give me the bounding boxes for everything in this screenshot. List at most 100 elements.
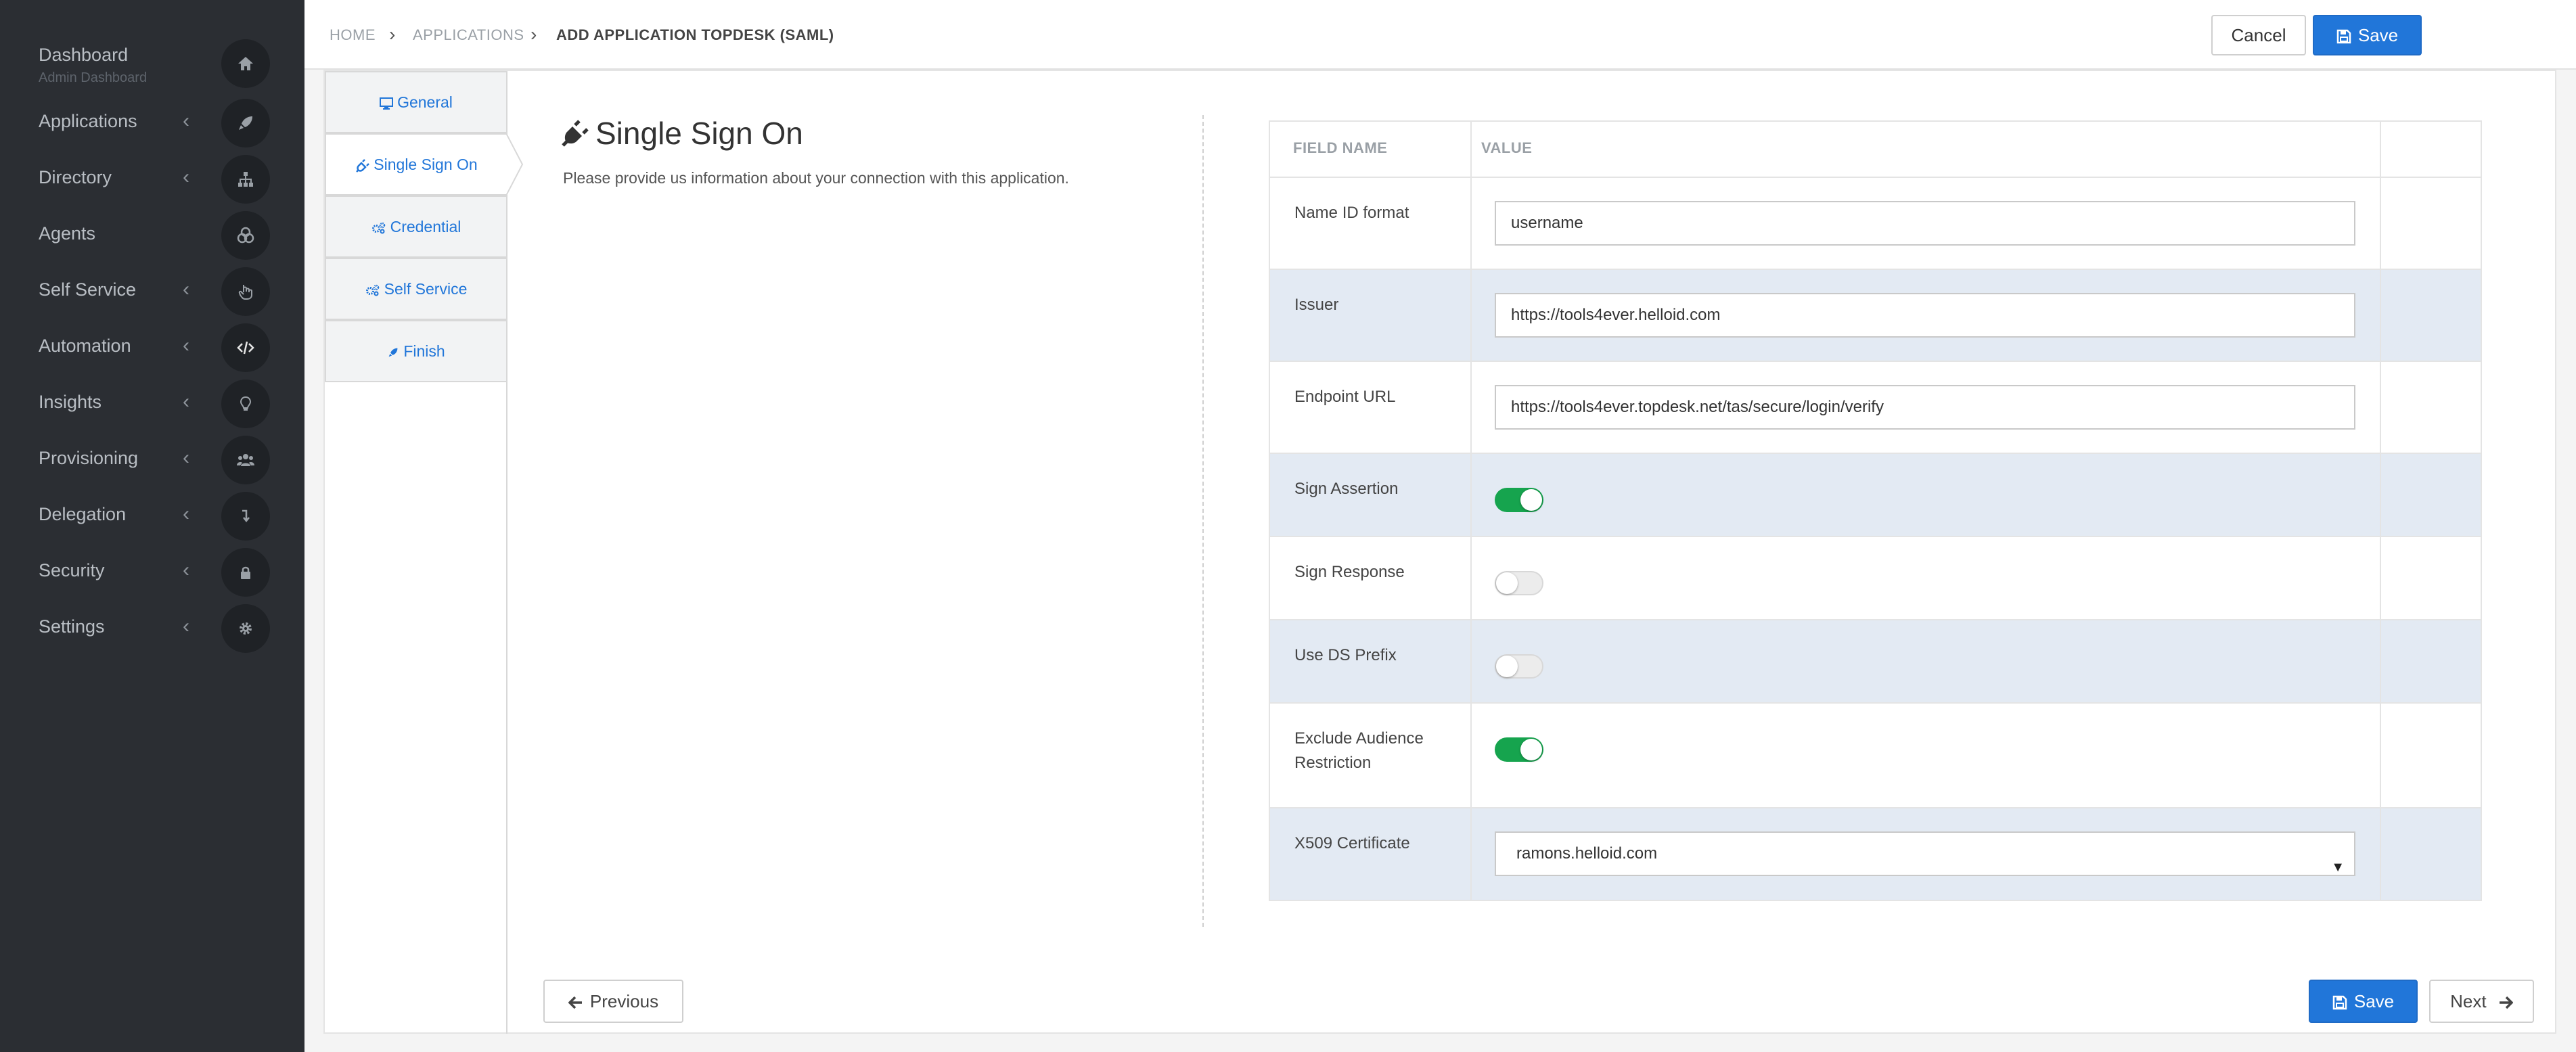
next-button[interactable]: Next bbox=[2429, 980, 2534, 1023]
column-divider bbox=[1470, 122, 1472, 900]
breadcrumb-separator-icon: › bbox=[389, 24, 396, 45]
arrow-right-icon bbox=[2499, 996, 2514, 1009]
sidebar-item-label: Automation bbox=[39, 336, 131, 356]
sidebar-item-self-service[interactable]: Self Service ‹ bbox=[0, 265, 304, 319]
field-label: Issuer bbox=[1294, 296, 1339, 314]
column-header-value: VALUE bbox=[1481, 139, 1533, 156]
column-divider bbox=[2380, 122, 2381, 900]
save-icon bbox=[2332, 995, 2347, 1010]
step-label: Finish bbox=[403, 342, 445, 360]
desktop-icon bbox=[380, 97, 394, 110]
endpoint-url-field[interactable]: https://tools4ever.topdesk.net/tas/secur… bbox=[1495, 385, 2355, 430]
step-self-service[interactable]: Self Service bbox=[325, 258, 507, 320]
sidebar-item-agents[interactable]: Agents bbox=[0, 208, 304, 262]
table-row: Issuer https://tools4ever.helloid.com bbox=[1270, 270, 2481, 362]
home-icon bbox=[221, 39, 270, 88]
previous-button-label: Previous bbox=[589, 991, 659, 1011]
sidebar: Dashboard Admin Dashboard Applications ‹… bbox=[0, 0, 304, 1052]
x509-certificate-select[interactable]: ramons.helloid.com ▼ bbox=[1495, 831, 2355, 876]
sidebar-item-automation[interactable]: Automation ‹ bbox=[0, 321, 304, 375]
sidebar-item-label: Applications bbox=[39, 111, 137, 131]
sidebar-item-security[interactable]: Security ‹ bbox=[0, 545, 304, 599]
step-finish[interactable]: Finish bbox=[325, 320, 507, 382]
sidebar-item-provisioning[interactable]: Provisioning ‹ bbox=[0, 433, 304, 487]
toggle-knob bbox=[1496, 572, 1518, 594]
name-id-format-field[interactable]: username bbox=[1495, 201, 2355, 246]
field-label: Name ID format bbox=[1294, 204, 1409, 222]
issuer-field[interactable]: https://tools4ever.helloid.com bbox=[1495, 293, 2355, 338]
sidebar-item-settings[interactable]: Settings ‹ bbox=[0, 601, 304, 656]
step-label: General bbox=[397, 93, 453, 111]
step-general[interactable]: General bbox=[325, 71, 507, 133]
arrow-left-icon bbox=[568, 996, 582, 1009]
sidebar-item-label: Provisioning bbox=[39, 448, 139, 468]
toggle-knob bbox=[1496, 656, 1518, 677]
active-step-pointer bbox=[506, 133, 524, 196]
sidebar-item-label: Insights bbox=[39, 392, 102, 412]
field-label: Use DS Prefix bbox=[1294, 646, 1397, 664]
chevron-left-icon: ‹ bbox=[183, 447, 189, 469]
cogs-icon bbox=[371, 222, 385, 234]
breadcrumb-home[interactable]: HOME bbox=[330, 26, 376, 44]
step-credential[interactable]: Credential bbox=[325, 196, 507, 258]
sign-response-toggle[interactable] bbox=[1495, 571, 1543, 595]
sidebar-item-delegation[interactable]: Delegation ‹ bbox=[0, 489, 304, 543]
page-description: Please provide us information about your… bbox=[563, 169, 1069, 187]
step-single-sign-on[interactable]: Single Sign On bbox=[325, 133, 507, 196]
level-down-icon bbox=[221, 492, 270, 541]
top-header: HOME › APPLICATIONS › ADD APPLICATION TO… bbox=[304, 0, 2576, 70]
step-label: Credential bbox=[390, 218, 461, 235]
sidebar-item-dashboard[interactable]: Dashboard Admin Dashboard bbox=[0, 37, 304, 91]
breadcrumb-current: ADD APPLICATION TOPDESK (SAML) bbox=[556, 26, 834, 43]
field-label: X509 Certificate bbox=[1294, 834, 1410, 852]
sidebar-item-insights[interactable]: Insights ‹ bbox=[0, 377, 304, 431]
hand-pointer-icon bbox=[221, 267, 270, 316]
gear-icon bbox=[221, 604, 270, 653]
cancel-button[interactable]: Cancel bbox=[2211, 15, 2306, 55]
previous-button[interactable]: Previous bbox=[543, 980, 683, 1023]
breadcrumb-separator-icon: › bbox=[530, 24, 537, 45]
plug-icon bbox=[562, 120, 589, 147]
sidebar-item-label: Agents bbox=[39, 223, 96, 244]
table-row: X509 Certificate ramons.helloid.com ▼ bbox=[1270, 808, 2481, 900]
sidebar-item-label: Directory bbox=[39, 167, 112, 187]
save-button-top[interactable]: Save bbox=[2313, 15, 2422, 55]
table-row: Sign Response bbox=[1270, 537, 2481, 620]
steps-divider bbox=[506, 382, 507, 1034]
rocket-icon bbox=[221, 99, 270, 147]
sidebar-item-applications[interactable]: Applications ‹ bbox=[0, 96, 304, 150]
field-label: Sign Assertion bbox=[1294, 480, 1399, 498]
sso-settings-table: FIELD NAME VALUE Name ID format username… bbox=[1269, 120, 2482, 901]
agents-icon bbox=[221, 211, 270, 260]
users-icon bbox=[221, 436, 270, 484]
use-ds-prefix-toggle[interactable] bbox=[1495, 654, 1543, 679]
sidebar-item-label: Security bbox=[39, 560, 105, 580]
breadcrumb-applications[interactable]: APPLICATIONS bbox=[413, 26, 524, 44]
save-icon bbox=[2336, 29, 2351, 44]
sitemap-icon bbox=[221, 155, 270, 204]
toggle-knob bbox=[1520, 489, 1542, 511]
table-header-row: FIELD NAME VALUE bbox=[1270, 122, 2481, 178]
next-button-label: Next bbox=[2450, 991, 2487, 1011]
chevron-left-icon: ‹ bbox=[183, 615, 189, 637]
code-icon bbox=[221, 323, 270, 372]
field-label: Sign Response bbox=[1294, 563, 1405, 581]
table-row: Use DS Prefix bbox=[1270, 620, 2481, 704]
chevron-left-icon: ‹ bbox=[183, 503, 189, 525]
field-label: Endpoint URL bbox=[1294, 388, 1396, 406]
table-row: Exclude Audience Restriction bbox=[1270, 704, 2481, 808]
page-title: Single Sign On bbox=[562, 115, 803, 152]
sidebar-item-directory[interactable]: Directory ‹ bbox=[0, 152, 304, 206]
cogs-icon bbox=[365, 284, 379, 296]
plug-icon bbox=[356, 159, 370, 173]
lightbulb-icon bbox=[221, 380, 270, 428]
page-title-text: Single Sign On bbox=[595, 116, 803, 151]
save-button-bottom[interactable]: Save bbox=[2309, 980, 2418, 1023]
table-row: Sign Assertion bbox=[1270, 454, 2481, 537]
step-label: Single Sign On bbox=[374, 156, 478, 173]
field-label: Exclude Audience bbox=[1294, 729, 1424, 748]
sign-assertion-toggle[interactable] bbox=[1495, 488, 1543, 512]
exclude-audience-restriction-toggle[interactable] bbox=[1495, 737, 1543, 762]
cancel-button-label: Cancel bbox=[2231, 25, 2286, 45]
sidebar-item-label: Self Service bbox=[39, 279, 137, 300]
